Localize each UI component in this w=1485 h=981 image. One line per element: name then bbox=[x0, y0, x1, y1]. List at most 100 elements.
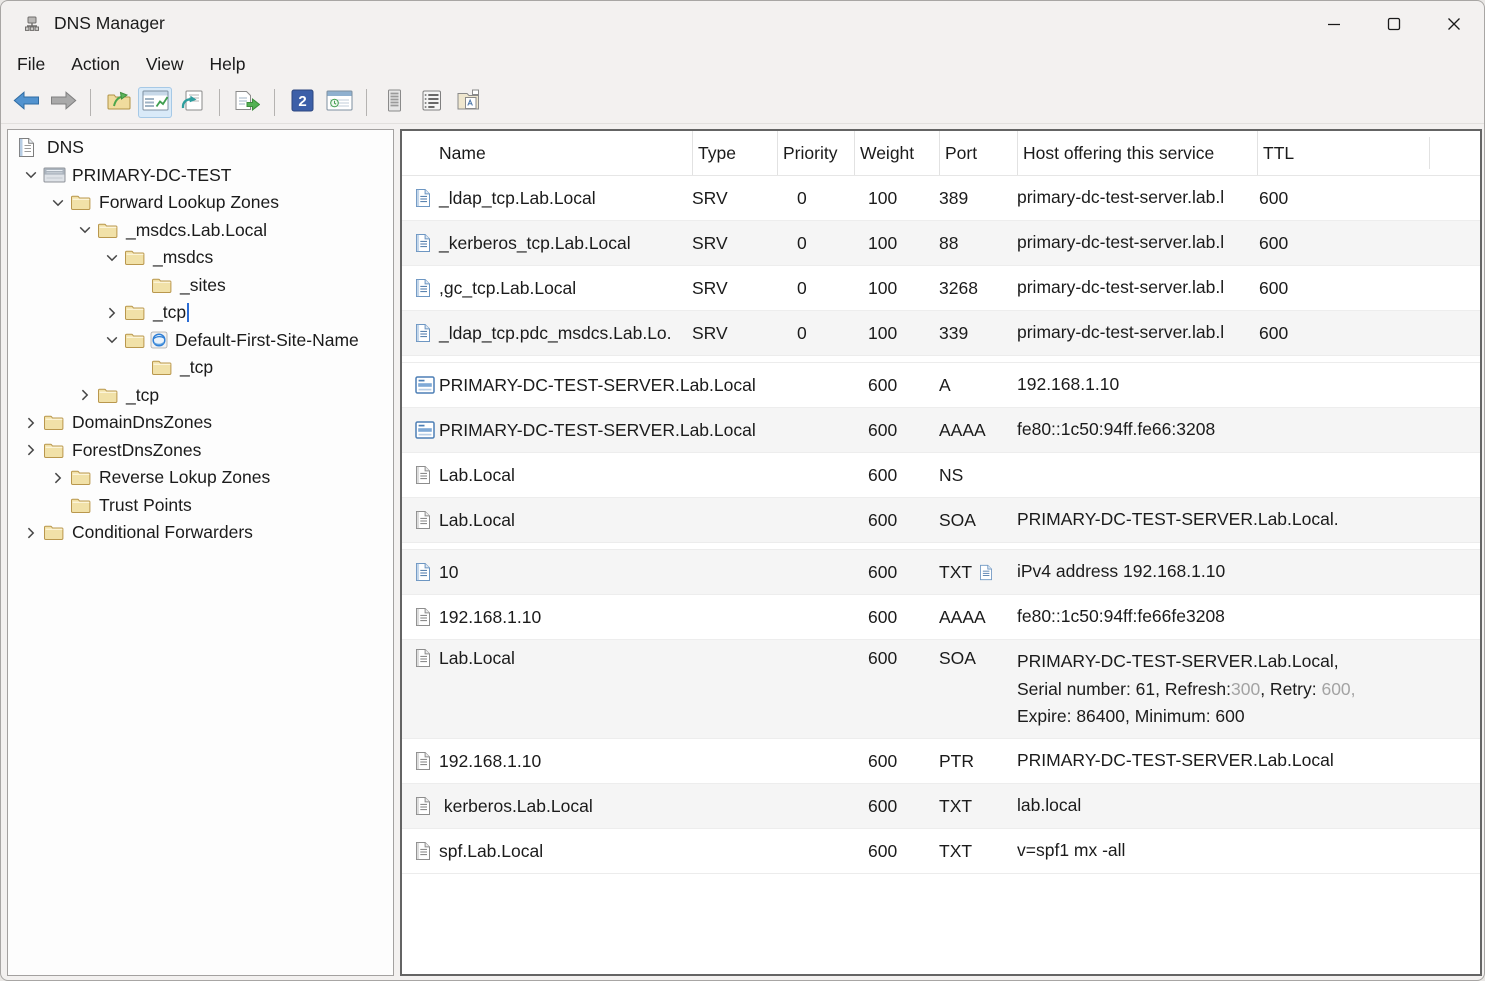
tree-item-forward-lookup-zones[interactable]: Forward Lookup Zones bbox=[8, 189, 393, 217]
up-one-level-button[interactable] bbox=[101, 87, 135, 118]
record-row-192-168-1-10[interactable]: 192.168.1.10600PTRPRIMARY-DC-TEST-SERVER… bbox=[402, 738, 1480, 783]
tree-item-conditional-forwarders[interactable]: Conditional Forwarders bbox=[8, 519, 393, 547]
record-row-ldap-tcp-lab-local[interactable]: _ldap_tcp.Lab.LocalSRV0100389primary-dc-… bbox=[402, 176, 1480, 220]
record-row-kerberos-lab-local[interactable]: kerberos.Lab.Local600TXTlab.local bbox=[402, 783, 1480, 828]
export-list-button[interactable] bbox=[230, 87, 264, 118]
chevron-down-icon[interactable] bbox=[72, 226, 97, 234]
column-header-priority[interactable]: Priority bbox=[777, 131, 854, 175]
record-type: SRV bbox=[692, 278, 777, 299]
record-port: 3268 bbox=[939, 278, 1017, 299]
record-port: TXT bbox=[939, 562, 1017, 583]
tree-item-label: DomainDnsZones bbox=[72, 412, 212, 433]
column-header-port[interactable]: Port bbox=[939, 131, 1017, 175]
tree-item-reverse-lokup-zones[interactable]: Reverse Lokup Zones bbox=[8, 464, 393, 492]
list-header: NameTypePriorityWeightPortHost offering … bbox=[402, 131, 1480, 176]
record-type: SRV bbox=[692, 188, 777, 209]
chevron-right-icon[interactable] bbox=[18, 417, 43, 429]
folder-icon bbox=[70, 194, 96, 211]
back-button[interactable] bbox=[9, 87, 43, 118]
record-row-primary-dc-test-server-lab-local[interactable]: PRIMARY-DC-TEST-SERVER.Lab.Local600A192.… bbox=[402, 363, 1480, 407]
column-header-weight[interactable]: Weight bbox=[854, 131, 939, 175]
record-data: fe80::1c50:94ff:fe66fe3208 bbox=[1017, 603, 1257, 631]
minimize-button[interactable] bbox=[1304, 1, 1364, 46]
tree-item-domaindnszones[interactable]: DomainDnsZones bbox=[8, 409, 393, 437]
tree-item-label: Trust Points bbox=[99, 495, 192, 516]
tree-item-forestdnszones[interactable]: ForestDnsZones bbox=[8, 437, 393, 465]
column-header-ttl[interactable]: TTL bbox=[1257, 131, 1480, 175]
window-table-icon bbox=[326, 90, 353, 116]
menu-help[interactable]: Help bbox=[196, 51, 258, 78]
record-priority: 0 bbox=[777, 233, 854, 254]
server-view-button[interactable] bbox=[377, 87, 411, 118]
record-doc-gray-icon bbox=[402, 640, 439, 668]
chevron-down-icon[interactable] bbox=[99, 336, 124, 344]
record-data: primary-dc-test-server.lab.l bbox=[1017, 274, 1257, 302]
maximize-button[interactable] bbox=[1364, 1, 1424, 46]
refresh-button[interactable] bbox=[175, 87, 209, 118]
tree-item-label: _tcp bbox=[180, 357, 213, 378]
tree-item-label: PRIMARY-DC-TEST bbox=[72, 165, 231, 186]
chevron-right-icon[interactable] bbox=[72, 389, 97, 401]
record-data: lab.local bbox=[1017, 792, 1257, 820]
tree-item-msdcs[interactable]: _msdcs bbox=[8, 244, 393, 272]
record-name: spf.Lab.Local bbox=[439, 841, 692, 862]
properties-window-button[interactable] bbox=[322, 87, 356, 118]
tree-item-dns[interactable]: DNS bbox=[8, 134, 393, 162]
record-port-text: SOA bbox=[939, 510, 976, 531]
tree-item-primary-dc-test[interactable]: PRIMARY-DC-TEST bbox=[8, 162, 393, 190]
toolbar-separator bbox=[90, 89, 91, 116]
record-doc-gray-icon bbox=[402, 465, 439, 485]
menu-action[interactable]: Action bbox=[58, 51, 133, 78]
tree-item-default-first-site-name[interactable]: Default-First-Site-Name bbox=[8, 327, 393, 355]
tree-item-trust-points[interactable]: Trust Points bbox=[8, 492, 393, 520]
record-row-primary-dc-test-server-lab-local[interactable]: PRIMARY-DC-TEST-SERVER.Lab.Local600AAAAf… bbox=[402, 407, 1480, 452]
record-data-line: Serial number: 61, Refresh:300, Retry: 6… bbox=[1017, 676, 1257, 704]
tree-item-msdcs-lab-local[interactable]: _msdcs.Lab.Local bbox=[8, 217, 393, 245]
menu-file[interactable]: File bbox=[4, 51, 58, 78]
record-data-text: Serial number: 61, Refresh: bbox=[1017, 679, 1231, 699]
column-header-type[interactable]: Type bbox=[692, 131, 777, 175]
chevron-right-icon[interactable] bbox=[99, 307, 124, 319]
record-port: SOA bbox=[939, 640, 1017, 669]
forward-button[interactable] bbox=[46, 87, 80, 118]
chevron-down-icon[interactable] bbox=[99, 254, 124, 262]
show-console-tree-button[interactable] bbox=[138, 87, 172, 118]
chevron-down-icon[interactable] bbox=[45, 199, 70, 207]
clipboard-view-button[interactable] bbox=[451, 87, 485, 118]
tree-item-label: _msdcs.Lab.Local bbox=[126, 220, 267, 241]
record-row-gc-tcp-lab-local[interactable]: ,gc_tcp.Lab.LocalSRV01003268primary-dc-t… bbox=[402, 265, 1480, 310]
record-ttl: 600 bbox=[1257, 233, 1480, 254]
record-doc-blue-icon bbox=[402, 188, 439, 208]
record-list-button[interactable] bbox=[414, 87, 448, 118]
record-row-192-168-1-10[interactable]: 192.168.1.10600AAAAfe80::1c50:94ff:fe66f… bbox=[402, 594, 1480, 639]
close-button[interactable] bbox=[1424, 1, 1484, 46]
menu-view[interactable]: View bbox=[133, 51, 197, 78]
record-port-text: TXT bbox=[939, 841, 972, 862]
record-data: PRIMARY-DC-TEST-SERVER.Lab.Local bbox=[1017, 747, 1257, 775]
tree-item-tcp[interactable]: _tcp bbox=[8, 382, 393, 410]
record-row-10[interactable]: 10600TXTiPv4 address 192.168.1.10 bbox=[402, 550, 1480, 594]
tree-item-tcp[interactable]: _tcp bbox=[8, 299, 393, 327]
record-row-spf-lab-local[interactable]: spf.Lab.Local600TXTv=spf1 mx -all bbox=[402, 828, 1480, 873]
record-doc-gray-icon bbox=[402, 607, 439, 627]
tree-item-tcp[interactable]: _tcp bbox=[8, 354, 393, 382]
tree-item-sites[interactable]: _sites bbox=[8, 272, 393, 300]
record-weight: 600 bbox=[854, 420, 939, 441]
record-doc-gray-icon bbox=[402, 796, 439, 816]
record-row-lab-local[interactable]: Lab.Local600SOAPRIMARY-DC-TEST-SERVER.La… bbox=[402, 639, 1480, 738]
column-header-name[interactable]: Name bbox=[402, 131, 692, 175]
record-row-lab-local[interactable]: Lab.Local600NS bbox=[402, 452, 1480, 497]
console-window-icon bbox=[142, 90, 169, 116]
record-row-ldap-tcp-pdc-msdcs-lab-lo[interactable]: _ldap_tcp.pdc_msdcs.Lab.Lo.SRV0100339pri… bbox=[402, 310, 1480, 355]
chevron-right-icon[interactable] bbox=[45, 472, 70, 484]
record-row-kerberos-tcp-lab-local[interactable]: _kerberos_tcp.Lab.LocalSRV010088primary-… bbox=[402, 220, 1480, 265]
chevron-right-icon[interactable] bbox=[18, 527, 43, 539]
record-port-text: 3268 bbox=[939, 278, 978, 299]
column-header-host-offering-this-service[interactable]: Host offering this service bbox=[1017, 131, 1257, 175]
chevron-right-icon[interactable] bbox=[18, 444, 43, 456]
chevron-down-icon[interactable] bbox=[18, 171, 43, 179]
record-row-lab-local[interactable]: Lab.Local600SOAPRIMARY-DC-TEST-SERVER.La… bbox=[402, 497, 1480, 542]
record-data: fe80::1c50:94ff.fe66:3208 bbox=[1017, 416, 1257, 444]
help-button[interactable]: 2 bbox=[285, 87, 319, 118]
folder-icon bbox=[70, 469, 96, 486]
